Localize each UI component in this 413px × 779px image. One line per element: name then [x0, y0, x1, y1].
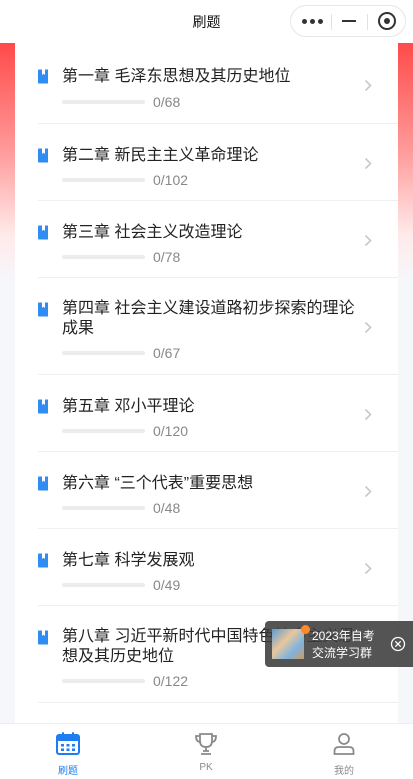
mini-program-capsule	[290, 5, 406, 37]
progress-bar	[62, 506, 145, 510]
book-icon	[38, 630, 48, 645]
study-group-banner[interactable]: 2023年自考 交流学习群	[265, 621, 413, 667]
book-icon	[38, 69, 48, 84]
divider	[38, 702, 398, 703]
banner-line-2: 交流学习群	[312, 646, 373, 660]
progress-count: 0/122	[153, 673, 189, 689]
chapter-item[interactable]: 第二章 新民主主义革命理论 0/102	[15, 124, 398, 201]
notification-dot	[301, 625, 310, 634]
chevron-right-icon	[364, 157, 372, 170]
progress-bar	[62, 178, 145, 182]
tab-label: PK	[199, 762, 213, 773]
progress-count: 0/48	[153, 500, 181, 516]
more-options-button[interactable]	[295, 6, 331, 36]
close-icon[interactable]	[390, 636, 406, 652]
banner-line-1: 2023年自考	[312, 629, 375, 643]
chapter-title: 第七章 科学发展观	[62, 552, 195, 569]
chapter-title: 第五章 邓小平理论	[62, 398, 195, 415]
close-mini-program-button[interactable]	[369, 6, 405, 36]
tab-bar: 刷题 PK 我的	[0, 723, 413, 779]
tab-practice[interactable]: 刷题	[23, 724, 113, 779]
chapter-item[interactable]: 第六章 “三个代表”重要思想 0/48	[15, 452, 398, 529]
progress-count: 0/78	[153, 249, 181, 265]
progress-bar	[62, 679, 145, 683]
chapter-item[interactable]: 第三章 社会主义改造理论 0/78	[15, 201, 398, 278]
progress-bar	[62, 255, 145, 259]
chevron-right-icon	[364, 234, 372, 247]
chevron-right-icon	[364, 79, 372, 92]
chevron-right-icon	[364, 408, 372, 421]
capsule-divider	[367, 14, 368, 30]
tab-mine[interactable]: 我的	[299, 724, 389, 779]
progress-count: 0/67	[153, 345, 181, 361]
book-icon	[38, 553, 48, 568]
chapter-item[interactable]: 第五章 邓小平理论 0/120	[15, 375, 398, 452]
chapter-item[interactable]: 第一章 毛泽东思想及其历史地位 0/68	[15, 43, 398, 124]
progress-bar	[62, 429, 145, 433]
tab-label: 我的	[334, 766, 354, 777]
chevron-right-icon	[364, 485, 372, 498]
progress-count: 0/49	[153, 577, 181, 593]
progress-count: 0/68	[153, 94, 181, 110]
progress-count: 0/120	[153, 423, 189, 439]
tab-pk[interactable]: PK	[161, 724, 251, 779]
chapter-title: 第六章 “三个代表”重要思想	[62, 475, 254, 492]
chapter-title: 第四章 社会主义建设道路初步探索的理论成果	[62, 300, 355, 337]
minimize-button[interactable]	[331, 6, 367, 36]
progress-count: 0/102	[153, 172, 189, 188]
chevron-right-icon	[364, 562, 372, 575]
book-icon	[38, 225, 48, 240]
user-icon	[333, 733, 355, 755]
chapter-title: 第三章 社会主义改造理论	[62, 224, 243, 241]
group-thumbnail	[272, 629, 304, 659]
chapter-title: 第二章 新民主主义革命理论	[62, 147, 259, 164]
progress-bar	[62, 351, 145, 355]
trophy-icon	[195, 733, 217, 755]
book-icon	[38, 399, 48, 414]
navigation-bar: 刷题	[0, 0, 413, 43]
chevron-right-icon	[364, 321, 372, 334]
calendar-icon	[56, 732, 80, 755]
chapter-item[interactable]: 第七章 科学发展观 0/49	[15, 529, 398, 606]
book-icon	[38, 148, 48, 163]
book-icon	[38, 302, 48, 317]
chapter-title: 第一章 毛泽东思想及其历史地位	[62, 68, 291, 85]
tab-label: 刷题	[58, 766, 78, 777]
progress-bar	[62, 100, 145, 104]
book-icon	[38, 476, 48, 491]
chapter-item[interactable]: 第四章 社会主义建设道路初步探索的理论成果 0/67	[15, 278, 398, 375]
progress-bar	[62, 583, 145, 587]
